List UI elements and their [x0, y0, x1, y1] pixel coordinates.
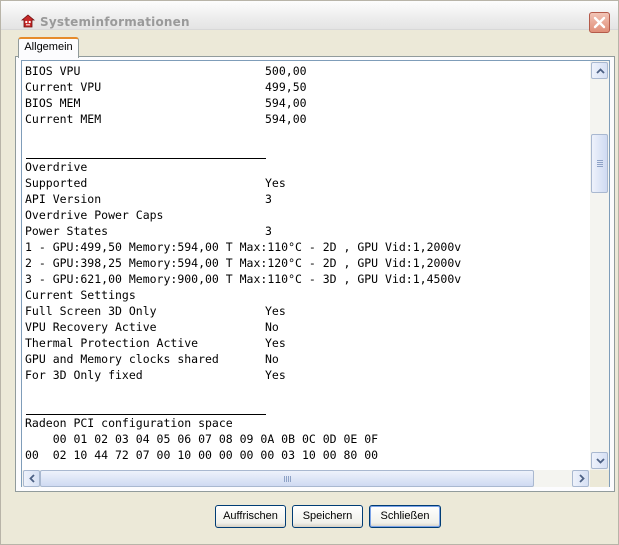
chevron-left-icon [29, 474, 35, 483]
info-line: 3 - GPU:621,00 Memory:900,00 T Max:110°C… [25, 271, 590, 287]
info-label: Full Screen 3D Only [25, 304, 157, 318]
info-label: 00 02 10 44 72 07 00 10 00 00 00 00 03 1… [25, 448, 379, 462]
info-line: For 3D Only fixed Yes [25, 367, 590, 383]
info-line: VPU Recovery Active No [25, 319, 590, 335]
info-line: Current Settings [25, 287, 590, 303]
info-label: Current MEM [25, 112, 102, 126]
scroll-right-button[interactable] [572, 470, 589, 487]
info-line: 00 01 02 03 04 05 06 07 08 09 0A 0B 0C 0… [25, 431, 590, 447]
separator-line [25, 143, 590, 159]
info-value: Yes [265, 304, 286, 318]
horizontal-scroll-thumb[interactable] [40, 470, 534, 487]
info-line: Radeon PCI configuration space [25, 415, 590, 431]
refresh-button[interactable]: Auffrischen [215, 505, 286, 528]
info-line: BIOS MEM 594,00 [25, 95, 590, 111]
info-line: Full Screen 3D Only Yes [25, 303, 590, 319]
title-bar[interactable]: Systeminformationen [1, 1, 618, 33]
info-line: Overdrive [25, 159, 590, 175]
info-content: BIOS VPU 500,00 Current VPU 499,50 BIOS MEM 5… [25, 63, 590, 469]
info-value: 3 [265, 192, 272, 206]
info-label: Thermal Protection Active [25, 336, 199, 350]
info-value: Yes [265, 176, 286, 190]
info-line: BIOS VPU 500,00 [25, 63, 590, 79]
info-label: 3 - GPU:621,00 Memory:900,00 T Max:110°C… [25, 272, 462, 286]
chevron-up-icon [596, 68, 605, 74]
info-textbox[interactable]: BIOS VPU 500,00 Current VPU 499,50 BIOS MEM 5… [21, 60, 610, 487]
scroll-up-button[interactable] [591, 62, 608, 79]
info-line: Current VPU 499,50 [25, 79, 590, 95]
save-button[interactable]: Speichern [292, 505, 363, 528]
scroll-left-button[interactable] [23, 470, 40, 487]
info-line [25, 127, 590, 143]
scrollbar-corner [590, 470, 609, 487]
info-label: Current Settings [25, 288, 136, 302]
close-button[interactable]: Schließen [369, 505, 441, 528]
info-label: VPU Recovery Active [25, 320, 157, 334]
info-label: 2 - GPU:398,25 Memory:594,00 T Max:120°C… [25, 256, 462, 270]
info-line: Power States 3 [25, 223, 590, 239]
tab-allgemein[interactable]: Allgemein [18, 37, 79, 58]
info-label: Radeon PCI configuration space [25, 416, 233, 430]
info-line [25, 383, 590, 399]
horizontal-scrollbar[interactable] [22, 470, 590, 487]
info-line: 00 02 10 44 72 07 00 10 00 00 00 00 03 1… [25, 447, 590, 463]
separator-line [25, 399, 590, 415]
info-line: GPU and Memory clocks shared No [25, 351, 590, 367]
info-line: Overdrive Power Caps [25, 207, 590, 223]
info-label: API Version [25, 192, 102, 206]
info-label: BIOS MEM [25, 96, 81, 110]
info-value: 499,50 [265, 80, 307, 94]
scroll-down-button[interactable] [591, 452, 608, 469]
window-title: Systeminformationen [40, 15, 190, 29]
info-line: Supported Yes [25, 175, 590, 191]
info-value: No [265, 352, 279, 366]
info-label: Overdrive [25, 160, 88, 174]
info-value: 594,00 [265, 96, 307, 110]
info-value: No [265, 320, 279, 334]
info-label: BIOS VPU [25, 64, 81, 78]
info-line: 2 - GPU:398,25 Memory:594,00 T Max:120°C… [25, 255, 590, 271]
info-line: Current MEM 594,00 [25, 111, 590, 127]
vertical-scrollbar[interactable] [590, 61, 609, 470]
info-value: Yes [265, 368, 286, 382]
info-line: API Version 3 [25, 191, 590, 207]
chevron-right-icon [579, 474, 585, 483]
vertical-scroll-thumb[interactable] [591, 134, 608, 193]
info-label: Supported [25, 176, 88, 190]
info-label: Power States [25, 224, 109, 238]
info-label: Overdrive Power Caps [25, 208, 164, 222]
info-label: 00 01 02 03 04 05 06 07 08 09 0A 0B 0C 0… [25, 432, 379, 446]
info-value: Yes [265, 336, 286, 350]
info-label: Current VPU [25, 80, 102, 94]
info-line: Thermal Protection Active Yes [25, 335, 590, 351]
info-label: 1 - GPU:499,50 Memory:594,00 T Max:110°C… [25, 240, 462, 254]
info-value: 3 [265, 224, 272, 238]
close-window-button[interactable] [589, 12, 610, 33]
info-label: For 3D Only fixed [25, 368, 143, 382]
info-value: 594,00 [265, 112, 307, 126]
info-value: 500,00 [265, 64, 307, 78]
app-icon [21, 14, 35, 28]
info-label: GPU and Memory clocks shared [25, 352, 219, 366]
info-line: 1 - GPU:499,50 Memory:594,00 T Max:110°C… [25, 239, 590, 255]
close-icon [593, 16, 606, 29]
system-info-window: Systeminformationen Allgemein BIOS VPU 50… [0, 0, 619, 545]
chevron-down-icon [596, 458, 605, 464]
